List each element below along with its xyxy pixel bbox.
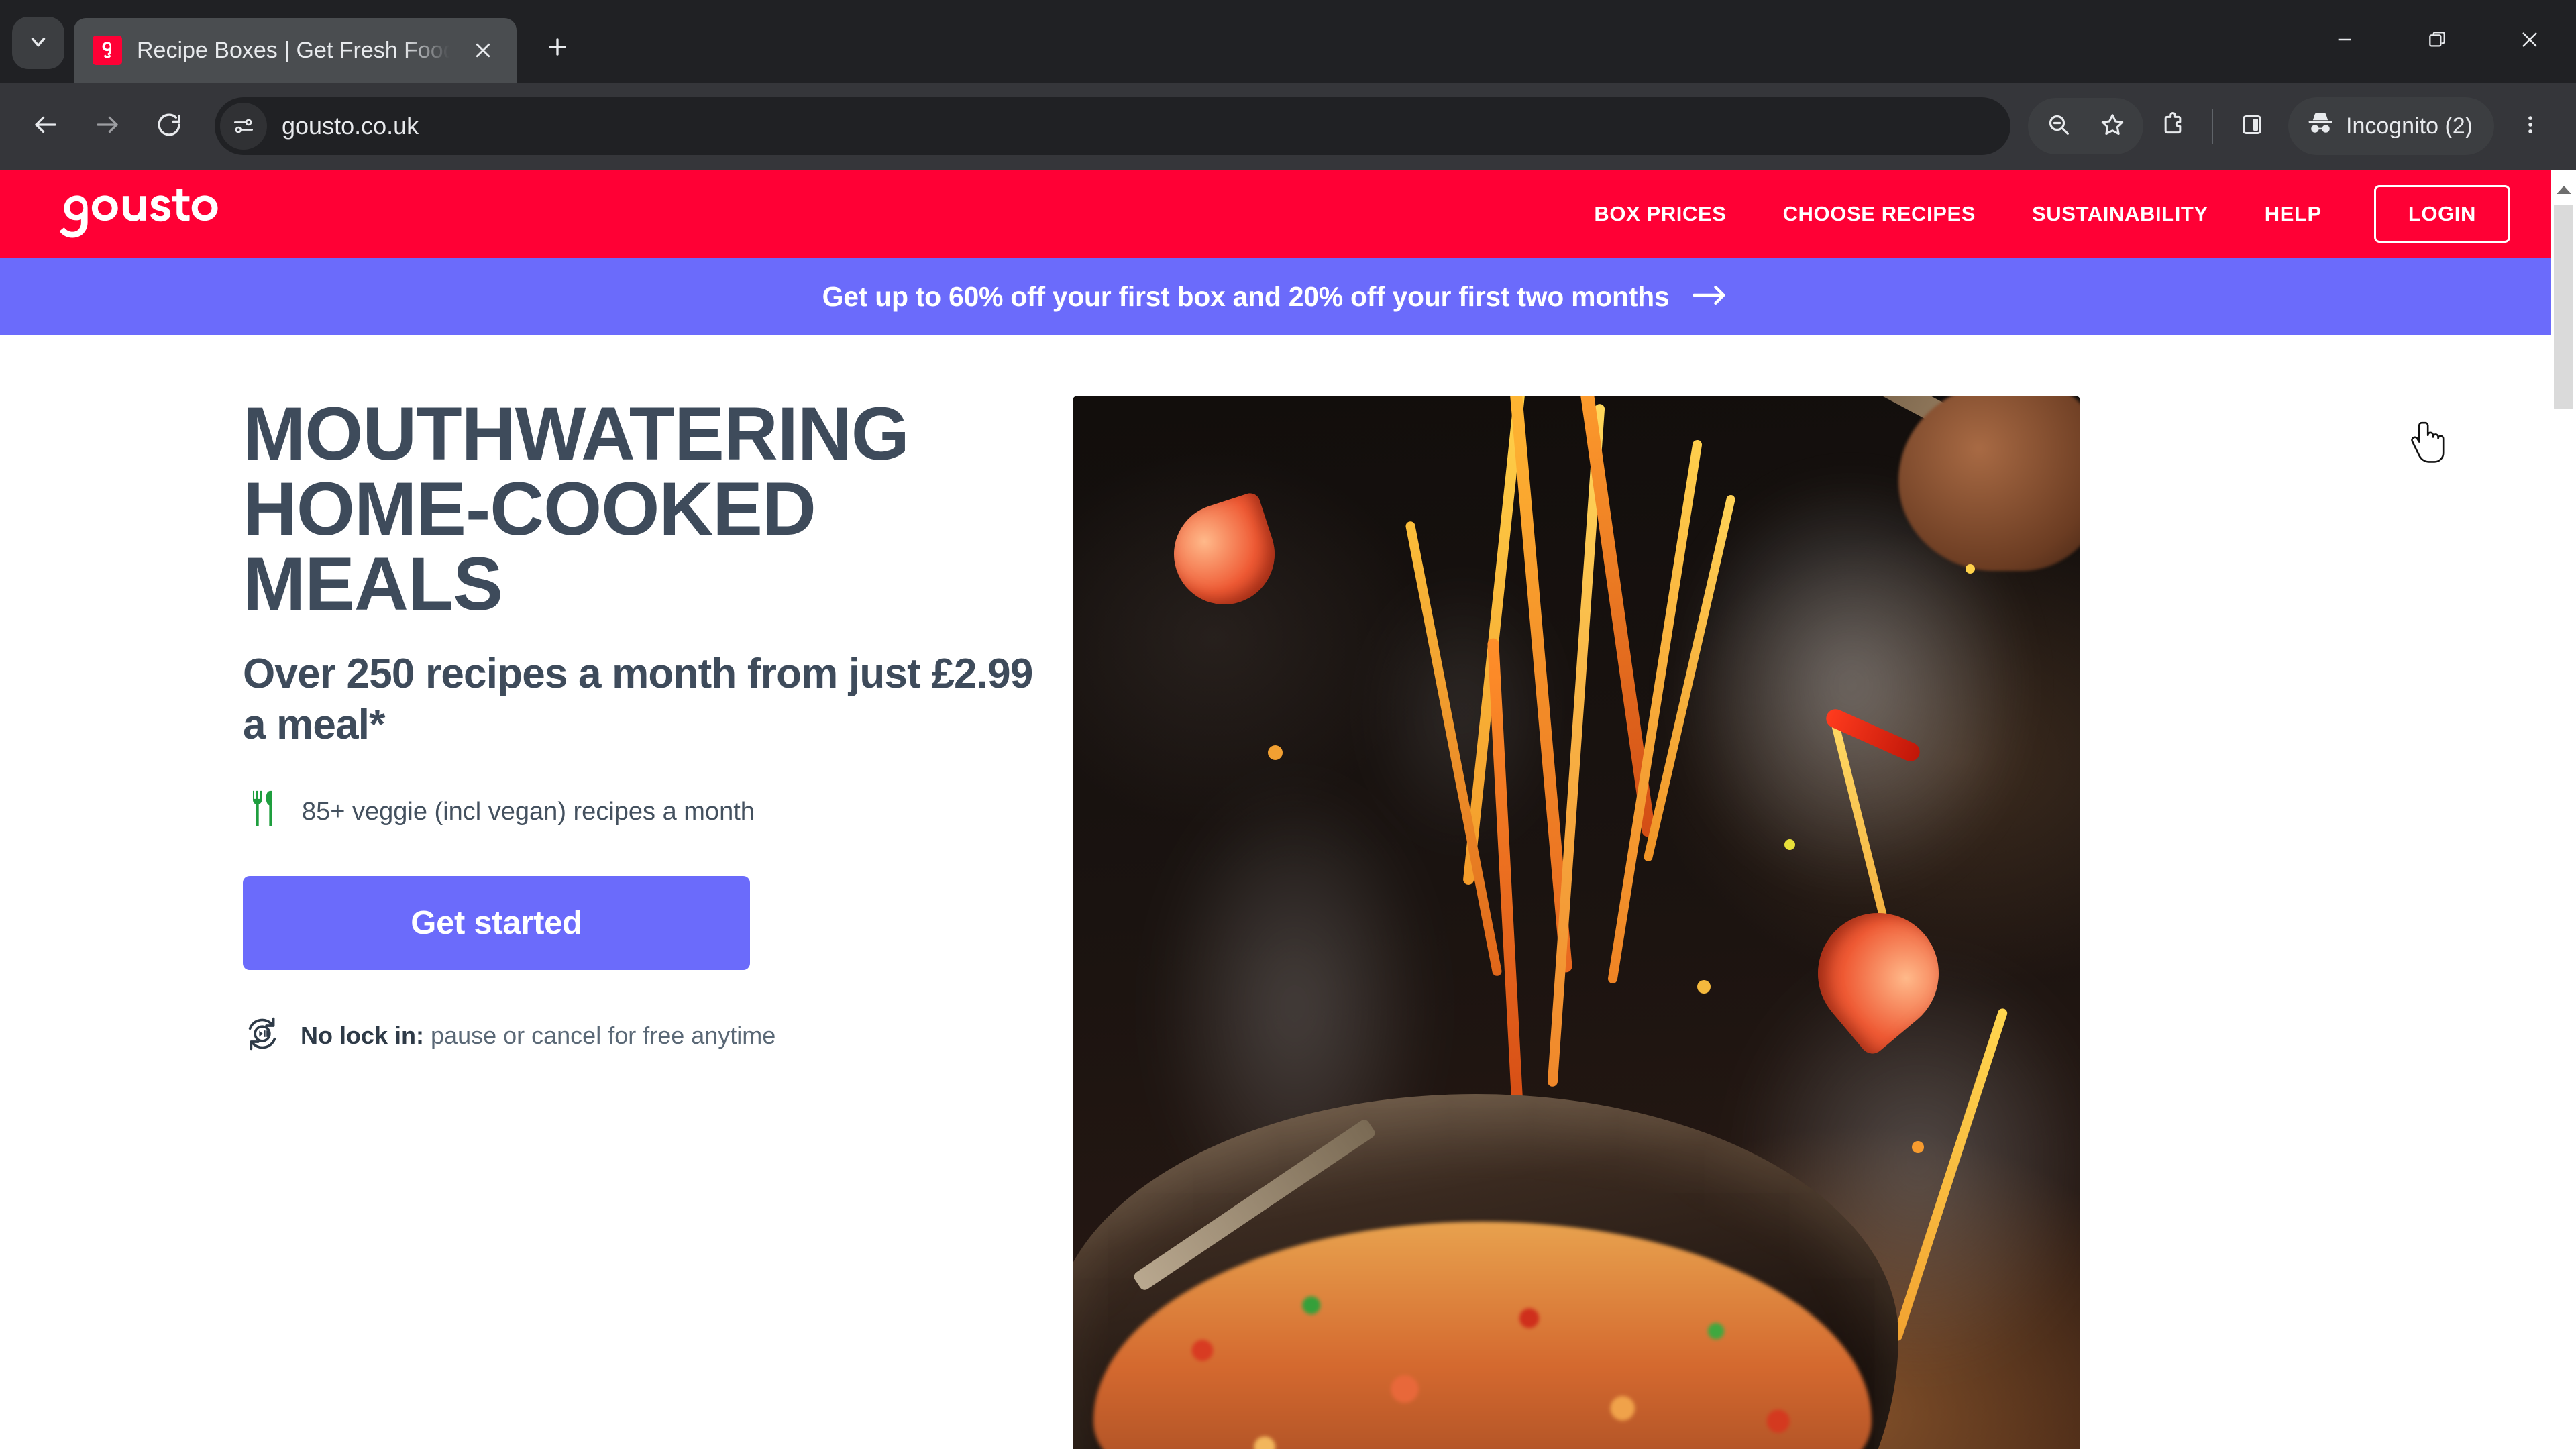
page-viewport: BOX PRICES CHOOSE RECIPES SUSTAINABILITY…: [0, 170, 2576, 1449]
zoom-out-magnifier-icon: [2045, 111, 2072, 142]
fork-and-knife-icon: [248, 789, 280, 835]
forward-arrow-icon: [93, 111, 121, 142]
restore-icon: [2426, 29, 2448, 54]
reload-icon: [155, 111, 183, 142]
toolbar-actions: Incognito (2): [2028, 97, 2559, 155]
site-settings-icon[interactable]: [220, 103, 267, 150]
browser-menu-button[interactable]: [2502, 98, 2559, 154]
plus-icon: [545, 34, 570, 63]
hero-section: MOUTHWATERING HOME-COOKED MEALS Over 250…: [0, 335, 2551, 1449]
back-button[interactable]: [17, 98, 74, 154]
gousto-g-favicon: [93, 36, 122, 65]
side-panel-icon: [2239, 111, 2265, 142]
bookmark-button[interactable]: [2086, 99, 2139, 153]
minimize-icon: [2334, 29, 2355, 54]
promo-banner[interactable]: Get up to 60% off your first box and 20%…: [0, 258, 2551, 335]
veggie-text: 85+ veggie (incl vegan) recipes a month: [302, 797, 755, 826]
browser-toolbar: gousto.co.uk Incognito (2): [0, 83, 2576, 170]
new-tab-button[interactable]: [531, 22, 584, 74]
veggie-feature: 85+ veggie (incl vegan) recipes a month: [243, 789, 1046, 835]
nav-item-sustainability[interactable]: SUSTAINABILITY: [2004, 202, 2237, 226]
tab-search-button[interactable]: [12, 17, 64, 69]
scrollbar-thumb[interactable]: [2554, 205, 2573, 409]
page-title: MOUTHWATERING HOME-COOKED MEALS: [243, 392, 910, 626]
no-lock-in-label: No lock in:: [301, 1021, 425, 1049]
scroll-up-button[interactable]: [2551, 170, 2576, 203]
scroll-up-arrow-icon: [2555, 184, 2573, 199]
browser-window: Recipe Boxes | Get Fresh Food & gousto.c…: [0, 0, 2576, 1449]
side-panel-button[interactable]: [2225, 99, 2279, 153]
tab-title: Recipe Boxes | Get Fresh Food &: [137, 37, 449, 63]
right-arrow-icon: [1692, 284, 1728, 310]
back-arrow-icon: [32, 111, 60, 142]
extensions-button[interactable]: [2146, 99, 2200, 153]
tab-close-button[interactable]: [464, 32, 502, 69]
star-icon: [2099, 111, 2126, 142]
url-text[interactable]: gousto.co.uk: [282, 112, 419, 140]
nav-item-help[interactable]: HELP: [2237, 202, 2350, 226]
promo-text: Get up to 60% off your first box and 20%…: [822, 280, 1670, 312]
browser-tab[interactable]: Recipe Boxes | Get Fresh Food &: [74, 18, 517, 83]
close-window-button[interactable]: [2483, 0, 2576, 83]
close-icon: [2519, 29, 2540, 54]
nav-item-box-prices[interactable]: BOX PRICES: [1566, 202, 1754, 226]
hero-subheading: Over 250 recipes a month from just £2.99…: [243, 651, 1033, 748]
window-controls: [2298, 0, 2576, 83]
main-navigation: BOX PRICES CHOOSE RECIPES SUSTAINABILITY…: [1566, 185, 2551, 243]
page-content: BOX PRICES CHOOSE RECIPES SUSTAINABILITY…: [0, 170, 2551, 1449]
no-lock-in-text: No lock in: pause or cancel for free any…: [301, 1022, 775, 1050]
no-lock-in-note: No lock in: pause or cancel for free any…: [243, 1014, 1046, 1057]
login-button[interactable]: LOGIN: [2373, 185, 2510, 243]
incognito-hat-icon: [2306, 109, 2335, 144]
site-header: BOX PRICES CHOOSE RECIPES SUSTAINABILITY…: [0, 170, 2551, 258]
extensions-puzzle-icon: [2159, 111, 2186, 142]
scrollbar-track[interactable]: [2554, 205, 2573, 1446]
minimize-button[interactable]: [2298, 0, 2391, 83]
omnibox-action-pill: [2028, 98, 2143, 154]
tab-strip: Recipe Boxes | Get Fresh Food &: [0, 0, 2576, 83]
no-lock-in-detail: pause or cancel for free anytime: [431, 1021, 776, 1049]
restore-button[interactable]: [2391, 0, 2483, 83]
incognito-label: Incognito (2): [2346, 113, 2473, 139]
reload-button[interactable]: [141, 98, 197, 154]
hero-media: [1073, 396, 2551, 1449]
hero-image: [1073, 396, 2080, 1449]
address-bar[interactable]: gousto.co.uk: [215, 97, 2010, 155]
gousto-logo[interactable]: [55, 188, 240, 240]
chevron-down-icon: [27, 30, 50, 56]
zoom-button[interactable]: [2032, 99, 2086, 153]
three-dot-menu-icon: [2519, 113, 2542, 140]
hero-copy: MOUTHWATERING HOME-COOKED MEALS Over 250…: [0, 396, 1073, 1449]
toolbar-divider: [2212, 109, 2213, 144]
pause-cycle-icon: [243, 1014, 282, 1057]
forward-button[interactable]: [79, 98, 136, 154]
get-started-button[interactable]: Get started: [243, 876, 750, 971]
nav-item-choose-recipes[interactable]: CHOOSE RECIPES: [1755, 202, 2004, 226]
incognito-indicator[interactable]: Incognito (2): [2288, 97, 2494, 155]
page-scrollbar[interactable]: [2551, 170, 2576, 1449]
